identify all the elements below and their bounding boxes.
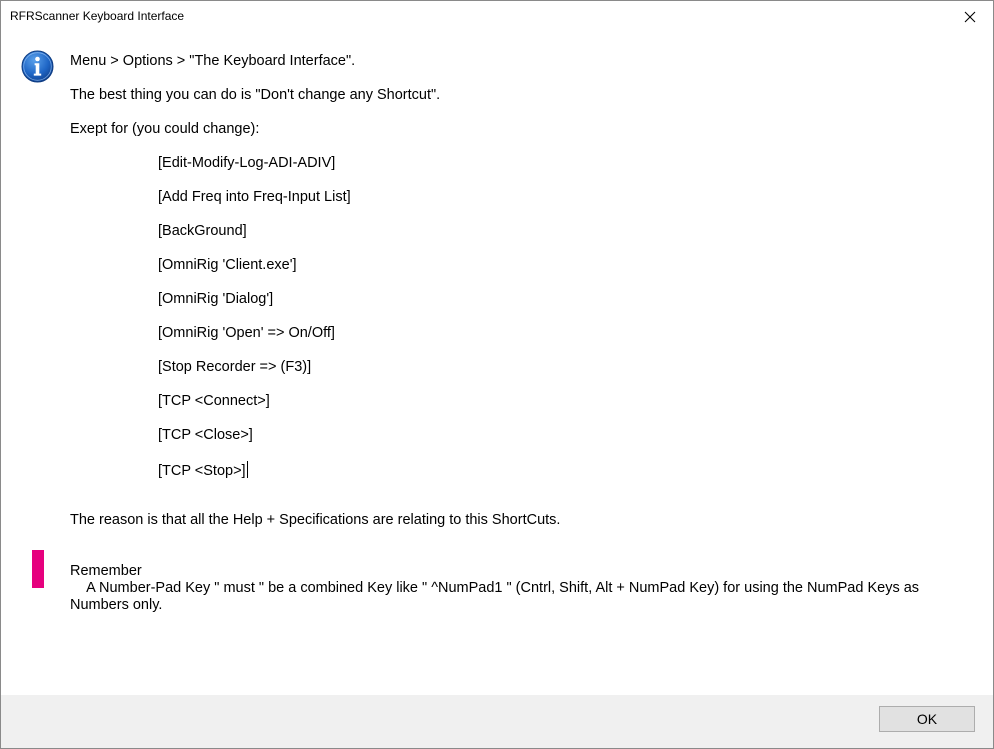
advice-text: The best thing you can do is "Don't chan… — [70, 87, 441, 103]
except-text: Exept for (you could change): — [70, 121, 260, 137]
remember-body: A Number-Pad Key " must " be a combined … — [70, 580, 924, 613]
reason-text: The reason is that all the Help + Specif… — [70, 512, 561, 528]
remember-title: Remember — [70, 563, 142, 579]
shortcut-item-last: [TCP <Stop>] — [158, 461, 248, 479]
shortcut-item: [TCP <Connect>] — [158, 393, 270, 409]
window-title: RFRScanner Keyboard Interface — [10, 9, 185, 23]
message-dialog: RFRScanner Keyboard Interface Menu > Opt… — [0, 0, 994, 749]
title-bar: RFRScanner Keyboard Interface — [1, 1, 993, 32]
shortcut-item: [TCP <Close>] — [158, 427, 253, 443]
shortcut-item: [TCP <Stop>] — [158, 463, 246, 479]
shortcut-item: [Add Freq into Freq-Input List] — [158, 189, 351, 205]
close-icon — [964, 11, 976, 22]
info-icon — [21, 50, 54, 83]
message-content: Menu > Options > "The Keyboard Interface… — [1, 32, 993, 695]
menu-path-text: Menu > Options > "The Keyboard Interface… — [70, 53, 356, 69]
shortcut-item: [OmniRig 'Open' => On/Off] — [158, 325, 335, 341]
shortcut-item: [OmniRig 'Client.exe'] — [158, 257, 297, 273]
close-button[interactable] — [947, 1, 993, 32]
text-caret — [246, 461, 248, 478]
accent-bar — [32, 550, 44, 588]
ok-button[interactable]: OK — [879, 706, 975, 732]
shortcut-item: [OmniRig 'Dialog'] — [158, 291, 274, 307]
button-footer: OK — [1, 695, 993, 748]
shortcut-item: [Stop Recorder => (F3)] — [158, 359, 312, 375]
shortcut-item: [Edit-Modify-Log-ADI-ADIV] — [158, 155, 336, 171]
shortcut-item: [BackGround] — [158, 223, 247, 239]
